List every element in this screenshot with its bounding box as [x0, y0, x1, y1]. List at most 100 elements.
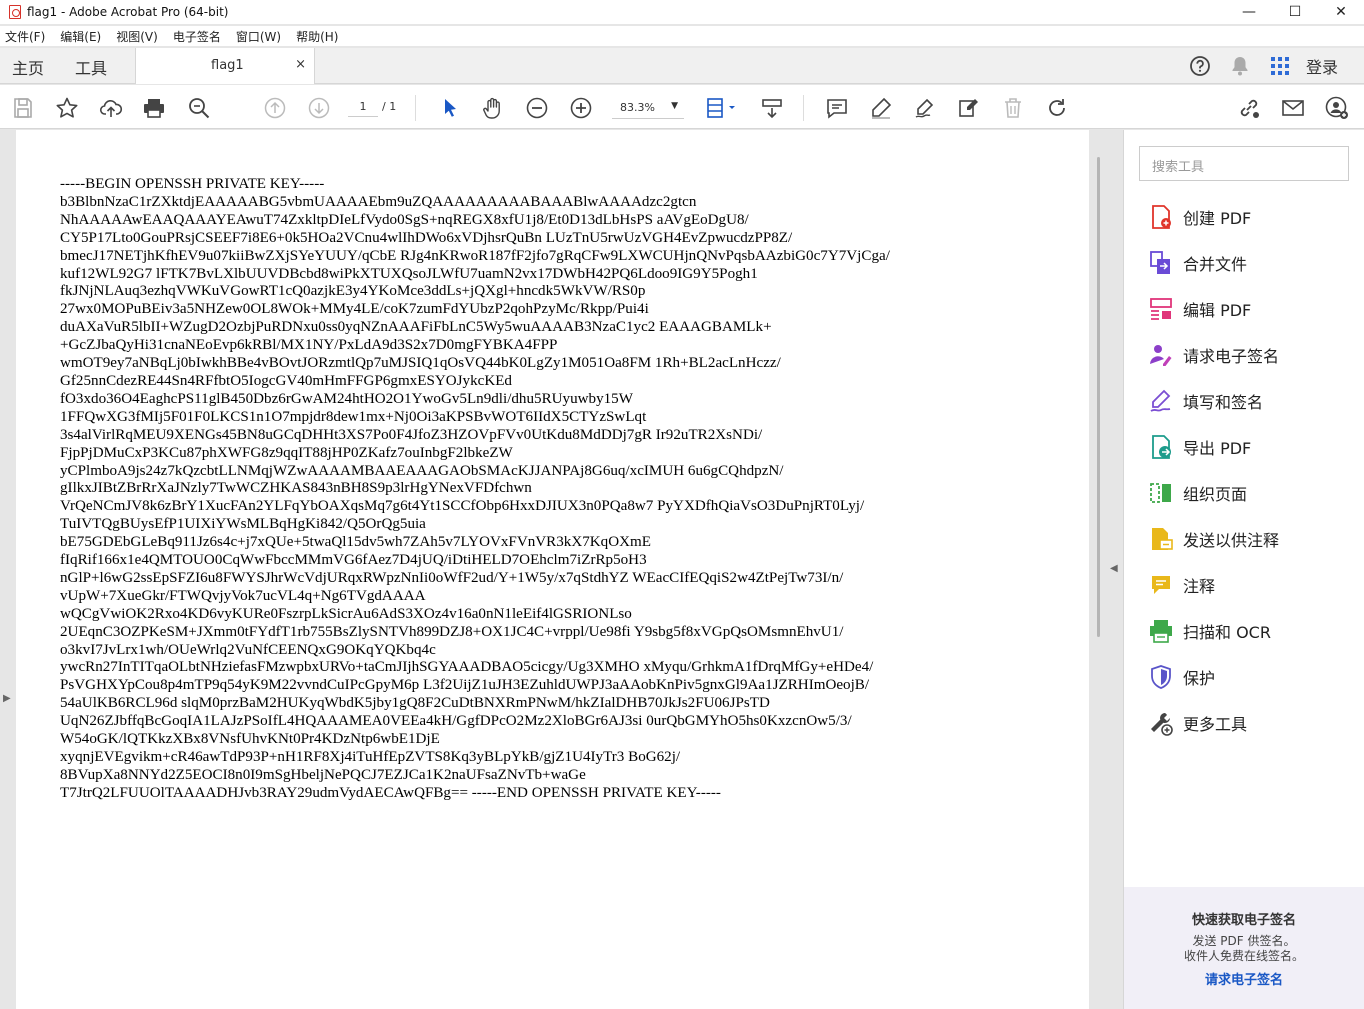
previous-page-icon[interactable]: [262, 95, 288, 121]
key-text-line: UqN26ZJbffqBcGoqIA1LAJzPSoIfL4HQAAAMEA0V…: [60, 713, 852, 730]
collapse-right-panel-icon[interactable]: ◀: [1110, 563, 1118, 574]
help-icon[interactable]: [1180, 48, 1220, 84]
delete-icon[interactable]: [1000, 95, 1026, 121]
comment-icon[interactable]: [824, 95, 850, 121]
tool-combine-files[interactable]: 合并文件: [1148, 248, 1247, 278]
tool-fill-sign[interactable]: 填写和签名: [1148, 386, 1263, 416]
notification-bell-icon[interactable]: [1220, 48, 1260, 84]
page-total-label: / 1: [382, 100, 397, 113]
scroll-mode-icon[interactable]: [759, 95, 785, 121]
tool-send-comments[interactable]: 发送以供注释: [1148, 524, 1279, 554]
tool-request-esign[interactable]: 请求电子签名: [1148, 340, 1279, 370]
next-page-icon[interactable]: [306, 95, 332, 121]
tool-edit-pdf[interactable]: 编辑 PDF: [1148, 294, 1251, 324]
key-text-line: 3s4alVirlRqMEU9XENGs45BN8uGCqDHHt3XS7Po0…: [60, 426, 763, 443]
key-text-line: PsVGHXYpCou8p4mTP9q54yK9M22vvndCuIPcGpyM…: [60, 677, 870, 694]
key-text-line: kuf12WL92G7 lFTK7BvLXlbUUVDBcbd8wiPkXTUX…: [60, 265, 758, 282]
tool-label: 合并文件: [1183, 255, 1248, 274]
tool-more-tools[interactable]: 更多工具: [1148, 708, 1247, 738]
tool-label: 组织页面: [1183, 485, 1248, 504]
zoom-level-select[interactable]: 83.3% ▼: [612, 97, 684, 119]
page-number-input[interactable]: 1: [348, 97, 378, 117]
scrollbar-thumb[interactable]: [1097, 157, 1100, 637]
key-text-line: 27wx0MOPuBEiv3a5NHZew0OL8WOk+MMy4LE/coK7…: [60, 301, 649, 318]
key-text-line: o3kvI7JvLrx1wh/OUeWrlq2VuNfCEENQxG9OKqYQ…: [60, 641, 436, 658]
private-key-text: -----BEGIN OPENSSH PRIVATE KEY----- b3Blb…: [60, 176, 1070, 803]
key-text-line: nGlP+l6wG2ssEpSFZI6u8FWYSJhrWcVdjURqxRWp…: [60, 569, 844, 586]
tool-label: 请求电子签名: [1183, 347, 1280, 366]
tool-label: 填写和签名: [1183, 393, 1264, 412]
login-button[interactable]: 登录: [1300, 54, 1364, 78]
menu-view[interactable]: 视图(V): [116, 28, 158, 45]
key-text-line: fIqRif166x1e4QMTOUO0CqWwFbccMMmVG6fAez7D…: [60, 552, 647, 569]
tool-organize-pages[interactable]: 组织页面: [1148, 478, 1247, 508]
page-fit-icon[interactable]: [703, 95, 739, 121]
apps-grid-icon[interactable]: [1260, 48, 1300, 84]
tool-scan-ocr[interactable]: 扫描和 OCR: [1148, 616, 1271, 646]
create-pdf-icon: [1148, 204, 1174, 230]
comment-icon: [1148, 572, 1174, 598]
tool-label: 发送以供注释: [1183, 531, 1280, 550]
sign-pen-icon[interactable]: [912, 95, 938, 121]
share-link-icon[interactable]: [1236, 95, 1262, 121]
tool-export-pdf[interactable]: 导出 PDF: [1148, 432, 1251, 462]
request-esign-icon: [1148, 342, 1174, 368]
key-text-line: fO3xdo36O4EaghcPS11glB450Dbz6rGwAM24htHO…: [60, 390, 633, 407]
promo-heading: 快速获取电子签名: [1191, 913, 1296, 928]
tool-create-pdf[interactable]: 创建 PDF: [1148, 202, 1251, 232]
menu-file[interactable]: 文件(F): [5, 28, 45, 45]
promo-line-2: 收件人免费在线签名。: [1183, 949, 1304, 963]
cloud-upload-icon[interactable]: [98, 95, 124, 121]
expand-left-panel-icon[interactable]: ▶: [3, 693, 11, 704]
star-icon[interactable]: [54, 95, 80, 121]
more-tools-icon: [1148, 710, 1174, 736]
select-cursor-icon[interactable]: [437, 95, 463, 121]
key-text-line: ywcRn27InTITqaOLbtNHziefasFMzwpbxURVo+ta…: [60, 659, 874, 676]
print-icon[interactable]: [141, 95, 167, 121]
tool-comment[interactable]: 注释: [1148, 570, 1215, 600]
document-viewport: -----BEGIN OPENSSH PRIVATE KEY----- b3Blb…: [16, 130, 1106, 1009]
zoom-out-icon[interactable]: [524, 95, 550, 121]
chevron-down-icon: ▼: [671, 101, 678, 111]
menu-help[interactable]: 帮助(H): [296, 28, 338, 45]
highlight-pen-icon[interactable]: [868, 95, 894, 121]
menu-window[interactable]: 窗口(W): [236, 28, 281, 45]
key-text-line: TuIVTQgBUysEfP1UIXiYWsMLBqHgKi842/Q5OrQg…: [60, 516, 426, 533]
tab-bar: 主页 工具 flag1 × 登录: [0, 48, 1364, 84]
key-text-line: -----BEGIN OPENSSH PRIVATE KEY-----: [60, 176, 325, 192]
email-icon[interactable]: [1280, 95, 1306, 121]
left-collapse-strip[interactable]: ▶: [0, 130, 16, 1009]
acrobat-app-icon: [9, 5, 21, 19]
zoom-in-icon[interactable]: [568, 95, 594, 121]
zoom-search-icon[interactable]: [186, 95, 212, 121]
key-text-line: wQCgVwiOK2Rxo4KD6vyKURe0FszrpLkSicrAu6Ad…: [60, 605, 632, 622]
tab-tools[interactable]: 工具: [75, 55, 107, 79]
edit-pdf-icon: [1148, 296, 1174, 322]
save-icon[interactable]: [10, 95, 36, 121]
close-tab-icon[interactable]: ×: [295, 57, 306, 72]
rotate-icon[interactable]: [1044, 95, 1070, 121]
tool-protect[interactable]: 保护: [1148, 662, 1215, 692]
key-text-line: bmecJ17NETjhKfhEV9u07kiiBwZXjSYeYUUY/qCb…: [60, 247, 890, 264]
main-toolbar: 1 / 1 83.3% ▼: [0, 85, 1364, 129]
key-text-line: 54aUlKB6RCL96d slqM0przBaM2HUKyqWbdK5jby…: [60, 695, 770, 712]
key-text-line: T7JtrQ2LFUUOlTAAAADHJvb3RAY29udmVydAECAw…: [60, 784, 721, 801]
edit-stamp-icon[interactable]: [956, 95, 982, 121]
key-text-line: xyqnjEVEgvikm+cR46awTdP93P+nH1RF8Xj4iTuH…: [60, 749, 681, 765]
maximize-button[interactable]: ☐: [1272, 0, 1318, 24]
toolbar-divider: [803, 95, 804, 121]
tool-label: 创建 PDF: [1183, 209, 1252, 228]
tab-document[interactable]: flag1 ×: [135, 48, 315, 84]
tool-search-input[interactable]: 搜索工具: [1139, 146, 1349, 181]
hand-tool-icon[interactable]: [480, 95, 506, 121]
fill-sign-icon: [1148, 388, 1174, 414]
menu-bar: 文件(F) 编辑(E) 视图(V) 电子签名 窗口(W) 帮助(H): [0, 26, 1364, 46]
minimize-button[interactable]: —: [1226, 0, 1272, 24]
close-window-button[interactable]: ✕: [1318, 0, 1364, 24]
menu-edit[interactable]: 编辑(E): [60, 28, 101, 45]
request-esign-link[interactable]: 请求电子签名: [1124, 969, 1364, 988]
add-user-icon[interactable]: [1324, 95, 1350, 121]
tab-home[interactable]: 主页: [12, 55, 44, 79]
tool-label: 注释: [1183, 577, 1216, 596]
menu-esign[interactable]: 电子签名: [173, 28, 221, 45]
